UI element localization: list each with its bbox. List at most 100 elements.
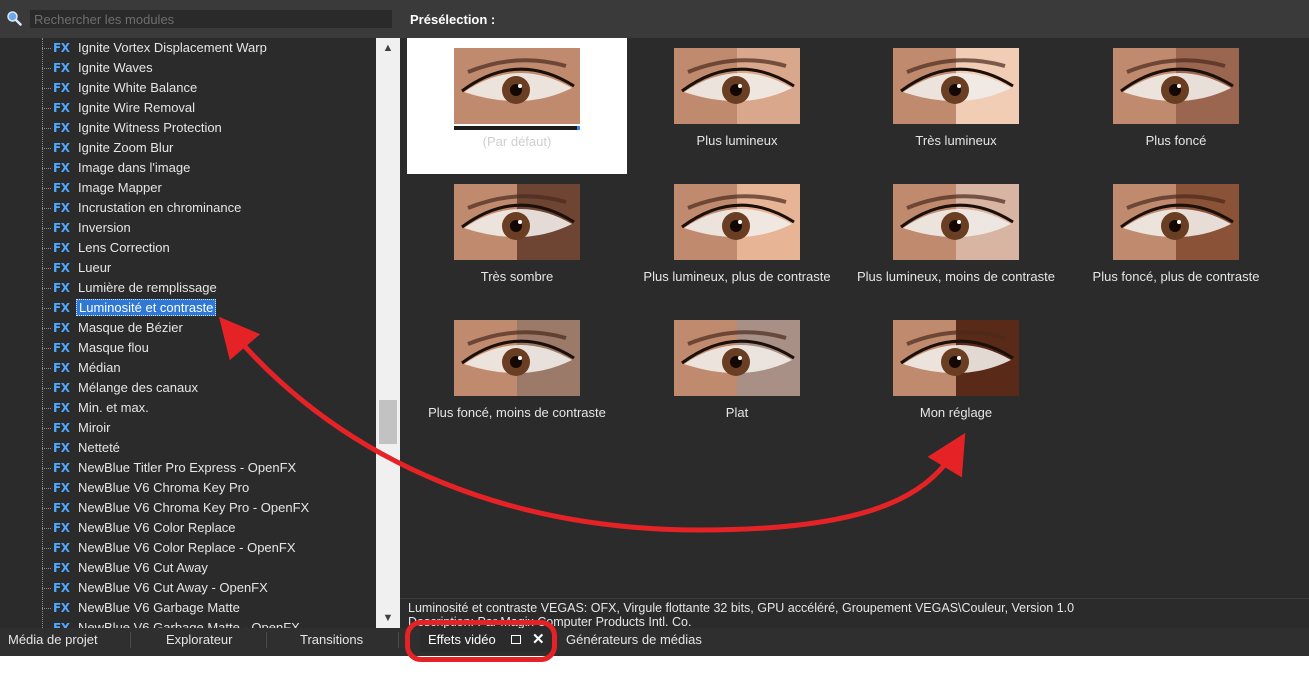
scroll-thumb[interactable] <box>379 400 397 444</box>
preset-tile[interactable]: (Par défaut) <box>407 38 627 174</box>
tree-item-label: Mélange des canaux <box>78 380 198 395</box>
tree-scrollbar[interactable]: ▲ ▼ <box>376 38 400 628</box>
tree-item[interactable]: FX NewBlue V6 Chroma Key Pro <box>0 478 376 498</box>
chevron-down-icon[interactable]: ▼ <box>376 608 400 628</box>
tree-item[interactable]: FX Ignite Witness Protection <box>0 118 376 138</box>
tree-item[interactable]: FX NewBlue Titler Pro Express - OpenFX <box>0 458 376 478</box>
tree-item[interactable]: FX Image Mapper <box>0 178 376 198</box>
preset-tile[interactable]: Très sombre <box>407 174 627 310</box>
tree-item[interactable]: FX NewBlue V6 Garbage Matte - OpenFX <box>0 618 376 628</box>
tree-item[interactable]: FX NewBlue V6 Chroma Key Pro - OpenFX <box>0 498 376 518</box>
preset-thumbnail <box>1113 48 1239 124</box>
fx-icon: FX <box>53 301 70 315</box>
tree-guide-line <box>42 48 51 49</box>
preset-tile[interactable]: Plat <box>627 310 847 446</box>
preset-tile[interactable]: Très lumineux <box>846 38 1066 174</box>
tree-item-label: Ignite Vortex Displacement Warp <box>78 40 267 55</box>
preset-tile[interactable]: Plus lumineux, moins de contraste <box>846 174 1066 310</box>
preset-tile[interactable]: Mon réglage <box>846 310 1066 446</box>
video-fx-window: FX Ignite Vortex Displacement Warp FX Ignit… <box>0 0 1309 656</box>
tree-item-label: Ignite Waves <box>78 60 153 75</box>
preset-thumbnail <box>454 48 580 124</box>
fx-icon: FX <box>53 481 70 495</box>
tree-item-label: Ignite White Balance <box>78 80 198 95</box>
preset-tile[interactable]: Plus foncé, moins de contraste <box>407 310 627 446</box>
fx-icon: FX <box>53 41 70 55</box>
tree-guide-line <box>42 448 51 449</box>
annotation-highlight-box <box>405 620 557 662</box>
tree-item[interactable]: FX Image dans l'image <box>0 158 376 178</box>
preset-tile[interactable]: Plus lumineux <box>627 38 847 174</box>
tree-item[interactable]: FX Ignite White Balance <box>0 78 376 98</box>
fx-icon: FX <box>53 201 70 215</box>
search-input[interactable] <box>30 10 392 28</box>
tree-guide-line <box>42 328 51 329</box>
magnifier-icon[interactable] <box>6 10 22 26</box>
tree-item[interactable]: FX Ignite Waves <box>0 58 376 78</box>
tree-guide-line <box>42 488 51 489</box>
tree-item-label: NewBlue V6 Cut Away <box>78 560 208 575</box>
preset-thumbnail <box>674 48 800 124</box>
preset-label: Plus lumineux <box>696 133 778 148</box>
tree-item[interactable]: FX Lens Correction <box>0 238 376 258</box>
tree-item[interactable]: FX Netteté <box>0 438 376 458</box>
tree-item[interactable]: FX Inversion <box>0 218 376 238</box>
tree-item[interactable]: FX Médian <box>0 358 376 378</box>
tree-item[interactable]: FX NewBlue V6 Color Replace <box>0 518 376 538</box>
tree-item-label: Inversion <box>78 220 131 235</box>
tab-transitions[interactable]: Transitions <box>300 628 363 652</box>
fx-icon: FX <box>53 281 70 295</box>
tree-item[interactable]: FX Masque flou <box>0 338 376 358</box>
tree-item[interactable]: FX Luminosité et contraste <box>0 298 376 318</box>
tree-item-label: Masque de Bézier <box>78 320 183 335</box>
fx-icon: FX <box>53 121 70 135</box>
fx-icon: FX <box>53 61 70 75</box>
tree-item-label: NewBlue V6 Color Replace - OpenFX <box>78 540 296 555</box>
tree-guide-line <box>42 168 51 169</box>
tab-project-media[interactable]: Média de projet <box>8 628 98 652</box>
preset-thumbnail <box>674 320 800 396</box>
fx-icon: FX <box>53 621 70 628</box>
progress-fill <box>577 126 580 130</box>
chevron-up-icon[interactable]: ▲ <box>376 38 400 58</box>
preset-tile[interactable]: Plus lumineux, plus de contraste <box>627 174 847 310</box>
preset-tile[interactable]: Plus foncé <box>1066 38 1286 174</box>
tree-item[interactable]: FX NewBlue V6 Color Replace - OpenFX <box>0 538 376 558</box>
tree-guide-line <box>42 368 51 369</box>
tree-item[interactable]: FX NewBlue V6 Cut Away - OpenFX <box>0 578 376 598</box>
preset-label: Plat <box>725 405 749 420</box>
tree-item[interactable]: FX Lumière de remplissage <box>0 278 376 298</box>
tree-item[interactable]: FX Mélange des canaux <box>0 378 376 398</box>
preset-label: Mon réglage <box>919 405 993 420</box>
tab-explorer[interactable]: Explorateur <box>166 628 232 652</box>
preset-tile[interactable]: Plus foncé, plus de contraste <box>1066 174 1286 310</box>
tab-divider <box>266 632 267 648</box>
fx-icon: FX <box>53 521 70 535</box>
tree-item-label: Netteté <box>78 440 120 455</box>
fx-icon: FX <box>53 221 70 235</box>
tree-item-label: NewBlue V6 Cut Away - OpenFX <box>78 580 268 595</box>
fx-icon: FX <box>53 261 70 275</box>
tree-guide-line <box>42 528 51 529</box>
preset-header: Présélection : <box>400 0 1309 38</box>
plugin-tree: FX Ignite Vortex Displacement Warp FX Ignit… <box>0 38 376 628</box>
tree-item[interactable]: FX NewBlue V6 Cut Away <box>0 558 376 578</box>
tree-item[interactable]: FX Masque de Bézier <box>0 318 376 338</box>
tree-item[interactable]: FX Miroir <box>0 418 376 438</box>
tree-item[interactable]: FX Incrustation en chrominance <box>0 198 376 218</box>
preview-progress-bar <box>454 126 580 130</box>
tree-guide-line <box>42 548 51 549</box>
tree-item[interactable]: FX Min. et max. <box>0 398 376 418</box>
fx-icon: FX <box>53 601 70 615</box>
tab-media-generators[interactable]: Générateurs de médias <box>566 628 702 652</box>
tree-item[interactable]: FX Ignite Wire Removal <box>0 98 376 118</box>
tree-item[interactable]: FX NewBlue V6 Garbage Matte <box>0 598 376 618</box>
tree-guide-line <box>42 268 51 269</box>
fx-icon: FX <box>53 181 70 195</box>
fx-icon: FX <box>53 441 70 455</box>
tree-item[interactable]: FX Ignite Vortex Displacement Warp <box>0 38 376 58</box>
tree-item[interactable]: FX Ignite Zoom Blur <box>0 138 376 158</box>
fx-icon: FX <box>53 361 70 375</box>
tree-guide-line <box>42 128 51 129</box>
tree-item[interactable]: FX Lueur <box>0 258 376 278</box>
